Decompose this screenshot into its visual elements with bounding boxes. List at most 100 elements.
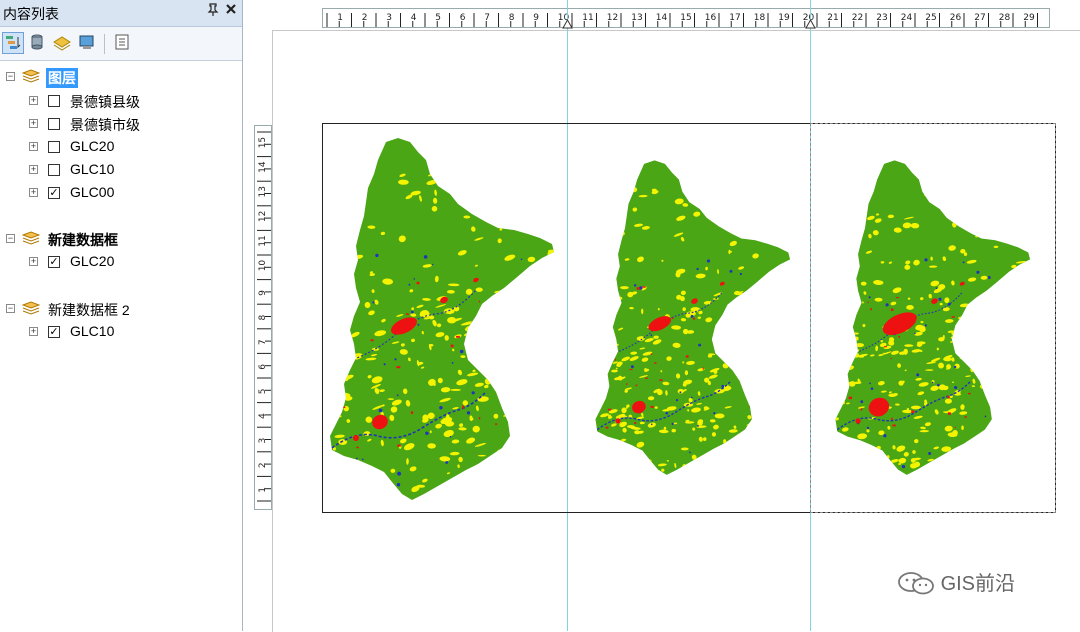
urban-area	[388, 479, 391, 482]
cropland-patch	[848, 333, 855, 339]
dataframe-row[interactable]: − 新建数据框 2	[0, 298, 240, 320]
list-by-selection-icon[interactable]	[77, 32, 99, 54]
water-body	[350, 488, 354, 493]
layer-row[interactable]: + ✓ GLC10	[0, 321, 240, 343]
cropland-patch	[555, 356, 559, 359]
water-body	[954, 385, 958, 390]
urban-area	[607, 408, 612, 411]
cropland-patch	[484, 378, 492, 385]
water-body	[1005, 281, 1007, 284]
urban-area	[416, 281, 420, 285]
urban-area	[911, 410, 915, 413]
cropland-patch	[938, 466, 947, 471]
layer-row[interactable]: + 景德镇县级	[0, 90, 240, 112]
water-body	[860, 400, 864, 404]
layer-checkbox[interactable]	[48, 164, 60, 176]
collapse-icon[interactable]: −	[6, 304, 15, 313]
water-body	[868, 296, 871, 299]
layer-row[interactable]: + ✓ GLC00	[0, 182, 240, 204]
layer-checkbox[interactable]: ✓	[48, 187, 60, 199]
cropland-patch	[523, 344, 533, 348]
cropland-patch	[774, 297, 783, 301]
cropland-patch	[553, 214, 554, 219]
cropland-patch	[475, 344, 486, 352]
cropland-patch	[595, 471, 597, 475]
cropland-patch	[512, 474, 517, 478]
cropland-patch	[772, 411, 777, 416]
cropland-patch	[990, 424, 1000, 426]
layer-checkbox[interactable]: ✓	[48, 326, 60, 338]
cropland-patch	[741, 323, 749, 328]
layer-row[interactable]: + GLC10	[0, 159, 240, 181]
water-body	[650, 423, 653, 426]
cropland-patch	[779, 417, 787, 424]
urban-area	[512, 400, 515, 403]
cropland-patch	[326, 191, 330, 196]
cropland-patch	[1015, 342, 1021, 344]
options-icon[interactable]	[112, 32, 134, 54]
expand-icon[interactable]: +	[29, 165, 38, 174]
collapse-icon[interactable]: −	[6, 72, 15, 81]
cropland-patch	[1026, 455, 1031, 461]
cropland-patch	[1005, 352, 1008, 358]
cropland-patch	[995, 333, 1006, 339]
cropland-patch	[611, 186, 614, 190]
water-body	[372, 301, 375, 304]
cropland-patch	[838, 373, 842, 376]
water-body	[739, 272, 743, 276]
guide-marker-icon[interactable]	[562, 19, 573, 29]
cropland-patch	[1007, 420, 1013, 423]
urban-area	[860, 408, 863, 411]
layer-checkbox[interactable]	[48, 118, 60, 130]
urban-area	[528, 287, 530, 291]
cropland-patch	[779, 392, 787, 395]
water-body	[506, 396, 511, 400]
cropland-patch	[992, 380, 1002, 384]
urban-area	[864, 444, 868, 447]
water-body	[713, 411, 716, 415]
layer-row[interactable]: + ✓ GLC20	[0, 251, 240, 273]
collapse-icon[interactable]: −	[6, 234, 15, 243]
cropland-patch	[933, 468, 943, 474]
list-by-source-icon[interactable]	[27, 32, 49, 54]
ruler-label: 23	[876, 13, 887, 23]
dataframe-row-layers[interactable]: − 图层	[0, 66, 240, 88]
layer-row[interactable]: + 景德镇市级	[0, 113, 240, 135]
cropland-patch	[510, 364, 514, 371]
ruler-label: 18	[754, 13, 766, 23]
pin-icon[interactable]	[207, 3, 219, 20]
cropland-patch	[595, 365, 600, 373]
urban-area	[997, 355, 999, 358]
close-icon[interactable]	[225, 2, 237, 20]
expand-icon[interactable]: +	[29, 96, 38, 105]
cropland-patch	[1017, 302, 1022, 308]
vertical-ruler[interactable]: 1 2 3 4 5 6 7 8 9 10 11 12 13 14 15	[254, 125, 272, 510]
cropland-patch	[968, 454, 980, 457]
expand-icon[interactable]: +	[29, 257, 38, 266]
list-by-visibility-icon[interactable]	[52, 32, 74, 54]
cropland-patch	[604, 358, 610, 361]
water-body	[355, 457, 358, 460]
cropland-patch	[491, 187, 500, 192]
layer-checkbox[interactable]	[48, 95, 60, 107]
expand-icon[interactable]: +	[29, 119, 38, 128]
expand-icon[interactable]: +	[29, 188, 38, 197]
urban-area	[370, 339, 374, 342]
guide-marker-icon[interactable]	[805, 19, 816, 29]
toc-toolbar	[0, 27, 242, 61]
layer-checkbox[interactable]	[48, 141, 60, 153]
list-by-drawing-order-icon[interactable]	[2, 32, 24, 54]
layer-row[interactable]: + GLC20	[0, 136, 240, 158]
dataframe-row[interactable]: − 新建数据框	[0, 228, 240, 250]
layer-checkbox[interactable]: ✓	[48, 256, 60, 268]
water-body	[696, 267, 699, 271]
expand-icon[interactable]: +	[29, 142, 38, 151]
cropland-patch	[787, 213, 791, 220]
expand-icon[interactable]: +	[29, 327, 38, 336]
cropland-patch	[976, 225, 982, 229]
cropland-patch	[783, 291, 786, 297]
horizontal-ruler[interactable]: 1 2 3 4 5 6 7 8 9 10 11 12 13 14 15 16 17 18 19 20 21 22 23 24 2…	[322, 8, 1050, 28]
cropland-patch	[782, 397, 791, 403]
cropland-patch	[752, 410, 757, 417]
water-body	[698, 343, 702, 347]
